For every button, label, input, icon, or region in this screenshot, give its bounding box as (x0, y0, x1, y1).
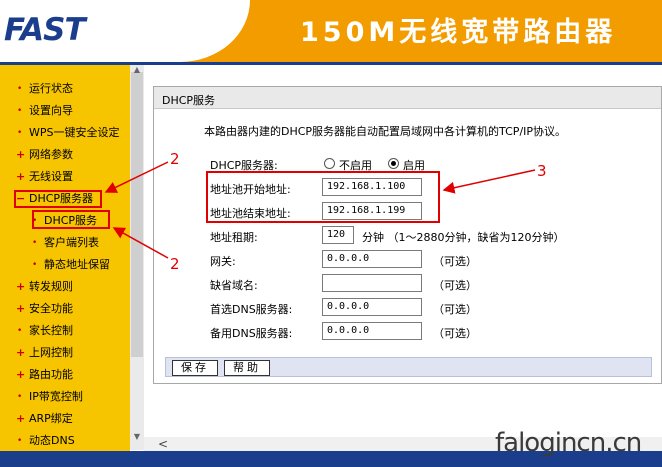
secondary-dns-optional: （可选） (433, 327, 477, 340)
sidebar-item[interactable]: + 网络参数 (0, 145, 130, 165)
scroll-up-arrow-icon[interactable]: ▲ (130, 65, 144, 75)
bullet-icon: • (17, 106, 23, 116)
lease-time-input[interactable]: 120 (322, 226, 354, 244)
radio-disable[interactable] (324, 158, 335, 169)
sidebar-menu: • 运行状态 • 设置向导 • WPS一键安全设定 + 网络参数 + 无线设置 − DHCP服务器 • D… (0, 65, 130, 467)
expand-icon: + (16, 346, 26, 359)
domain-optional: （可选） (433, 279, 477, 292)
expand-icon: + (16, 302, 26, 315)
primary-dns-label: 首选DNS服务器: (210, 303, 293, 316)
sidebar-item-label: IP带宽控制 (29, 390, 83, 403)
bullet-icon: • (17, 84, 23, 94)
bullet-icon: • (17, 392, 23, 402)
sidebar-item[interactable]: + 路由功能 (0, 365, 130, 385)
annotation-box-address-pool (206, 171, 440, 223)
sidebar-item-label: 静态地址保留 (44, 258, 110, 271)
lease-time-label: 地址租期: (210, 231, 258, 244)
secondary-dns-label: 备用DNS服务器: (210, 327, 293, 340)
sidebar-item[interactable]: • 静态地址保留 (0, 255, 130, 275)
lease-time-hint: 分钟 （1～2880分钟，缺省为120分钟） (362, 231, 565, 244)
product-title: 150M无线宽带路由器 (300, 17, 617, 48)
bullet-icon: • (32, 238, 38, 248)
bullet-icon: • (17, 128, 23, 138)
primary-dns-input[interactable]: 0.0.0.0 (322, 298, 422, 316)
annotation-number-2: 2 (170, 255, 180, 273)
sidebar-item[interactable]: + 无线设置 (0, 167, 130, 187)
expand-icon: + (16, 170, 26, 183)
panel-description: 本路由器内建的DHCP服务器能自动配置局域网中各计算机的TCP/IP协议。 (204, 125, 567, 138)
gateway-optional: （可选） (433, 255, 477, 268)
sidebar-item[interactable]: • 家长控制 (0, 321, 130, 341)
sidebar-item-label: 网络参数 (29, 148, 73, 161)
sidebar-item-label: 转发规则 (29, 280, 73, 293)
scroll-down-arrow-icon[interactable]: ▼ (130, 430, 144, 444)
sidebar-item-label: 客户端列表 (44, 236, 99, 249)
bullet-icon: • (17, 436, 23, 446)
sidebar-item[interactable]: • 客户端列表 (0, 233, 130, 253)
secondary-dns-input[interactable]: 0.0.0.0 (322, 322, 422, 340)
annotation-number-3: 3 (537, 162, 547, 180)
sidebar-item[interactable]: + ARP绑定 (0, 409, 130, 429)
sidebar-item-label: 安全功能 (29, 302, 73, 315)
sidebar-item-label: WPS一键安全设定 (29, 126, 120, 139)
gateway-input[interactable]: 0.0.0.0 (322, 250, 422, 268)
default-domain-input[interactable] (322, 274, 422, 292)
sidebar-item-label: 设置向导 (29, 104, 73, 117)
default-domain-label: 缺省域名: (210, 279, 258, 292)
sidebar-item[interactable]: • 运行状态 (0, 79, 130, 99)
expand-icon: + (16, 280, 26, 293)
sidebar-item-label: 无线设置 (29, 170, 73, 183)
sidebar-item[interactable]: + 上网控制 (0, 343, 130, 363)
sidebar-item[interactable]: + 安全功能 (0, 299, 130, 319)
sidebar-item-label: 运行状态 (29, 82, 73, 95)
scrollbar-thumb[interactable] (131, 72, 143, 357)
annotation-box-dhcp-server (14, 190, 102, 208)
dhcp-service-panel: DHCP服务 本路由器内建的DHCP服务器能自动配置局域网中各计算机的TCP/I… (153, 86, 662, 384)
logo-area: FAST (0, 0, 250, 62)
expand-icon: + (16, 368, 26, 381)
bullet-icon: • (32, 260, 38, 270)
help-button[interactable]: 帮助 (224, 360, 270, 376)
sidebar-item-label: 路由功能 (29, 368, 73, 381)
panel-title: DHCP服务 (162, 94, 216, 107)
panel-header: DHCP服务 (154, 87, 661, 109)
sidebar-item[interactable]: + 转发规则 (0, 277, 130, 297)
scroll-left-arrow-icon[interactable]: < (158, 437, 172, 451)
save-button[interactable]: 保存 (172, 360, 218, 376)
bullet-icon: • (17, 326, 23, 336)
primary-dns-optional: （可选） (433, 303, 477, 316)
watermark: falogincn.cn (495, 428, 642, 458)
sidebar-item[interactable]: • IP带宽控制 (0, 387, 130, 407)
annotation-box-dhcp-service (32, 210, 110, 229)
expand-icon: + (16, 148, 26, 161)
sidebar-item-label: 上网控制 (29, 346, 73, 359)
sidebar-item[interactable]: • 动态DNS (0, 431, 130, 451)
annotation-number-2: 2 (170, 150, 180, 168)
header: FAST 150M无线宽带路由器 (0, 0, 662, 62)
button-bar: 保存 帮助 (165, 357, 652, 377)
sidebar-item-label: ARP绑定 (29, 412, 73, 425)
sidebar-item[interactable]: • WPS一键安全设定 (0, 123, 130, 143)
gateway-label: 网关: (210, 255, 236, 268)
expand-icon: + (16, 412, 26, 425)
sidebar-item-label: 动态DNS (29, 434, 75, 447)
radio-enable[interactable] (388, 158, 399, 169)
sidebar-item[interactable]: • 设置向导 (0, 101, 130, 121)
brand-logo: FAST (4, 12, 86, 48)
sidebar-item-label: 家长控制 (29, 324, 73, 337)
